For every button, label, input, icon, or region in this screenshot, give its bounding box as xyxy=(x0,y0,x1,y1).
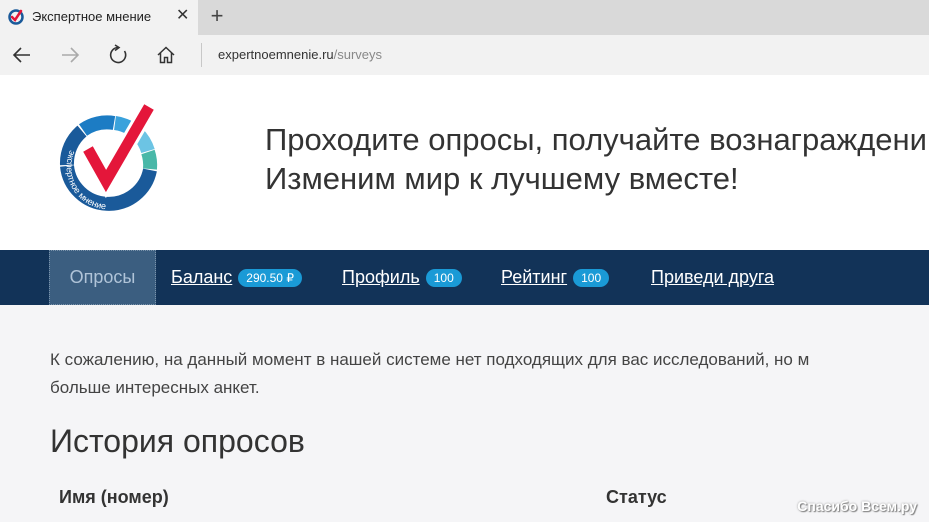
survey-history-title: История опросов xyxy=(50,423,305,459)
profile-badge: 100 xyxy=(425,268,462,287)
back-arrow-icon[interactable] xyxy=(9,42,35,68)
nav-item-label: Рейтинг xyxy=(501,267,568,287)
watermark: Спасибо Всем.ру xyxy=(797,498,917,514)
url-host: expertnoemnenie.ru xyxy=(218,47,334,62)
slogan-line-2: Изменим мир к лучшему вместе! xyxy=(265,161,739,196)
url-path: /surveys xyxy=(333,47,383,62)
address-bar-separator xyxy=(201,43,202,67)
nav-item-label: Профиль xyxy=(342,267,420,287)
nav-item-balance[interactable]: Баланс 290.50 ₽ xyxy=(171,250,302,305)
refresh-icon[interactable] xyxy=(105,42,131,68)
tab-title: Экспертное мнение xyxy=(32,9,152,24)
site-header: экспертное мнение Проходите опросы, полу… xyxy=(0,75,929,250)
browser-toolbar: expertnoemnenie.ru/surveys xyxy=(0,35,929,75)
nav-item-label: Баланс xyxy=(171,267,233,287)
browser-tab-bar: Экспертное мнение ✕ + xyxy=(0,0,929,35)
nav-item-profile[interactable]: Профиль 100 xyxy=(342,250,462,305)
nav-item-invite-friend[interactable]: Приведи друга xyxy=(651,250,774,305)
new-tab-button[interactable]: + xyxy=(205,3,229,29)
site-favicon-icon xyxy=(8,9,24,25)
notice-line-1: К сожалению, на данный момент в нашей си… xyxy=(50,350,810,369)
header-slogan: Проходите опросы, получайте вознагражден… xyxy=(265,120,927,198)
main-navigation: Опросы Баланс 290.50 ₽ Профиль 100 Рейти… xyxy=(0,250,929,305)
tab-close-icon[interactable]: ✕ xyxy=(176,6,189,26)
site-logo[interactable]: экспертное мнение xyxy=(52,103,166,219)
nav-item-label: Приведи друга xyxy=(651,267,775,287)
notice-line-2: больше интересных анкет. xyxy=(50,378,260,397)
column-header-status: Статус xyxy=(606,487,667,507)
browser-tab[interactable]: Экспертное мнение ✕ xyxy=(0,0,198,35)
column-header-name: Имя (номер) xyxy=(59,487,169,507)
nav-item-rating[interactable]: Рейтинг 100 xyxy=(501,250,610,305)
no-surveys-notice: К сожалению, на данный момент в нашей си… xyxy=(50,346,929,402)
rating-badge: 100 xyxy=(573,268,610,287)
address-bar[interactable]: expertnoemnenie.ru/surveys xyxy=(218,47,382,62)
balance-badge: 290.50 ₽ xyxy=(238,268,302,287)
home-icon[interactable] xyxy=(153,42,179,68)
forward-arrow-icon[interactable] xyxy=(57,42,83,68)
nav-item-surveys[interactable]: Опросы xyxy=(49,250,156,305)
slogan-line-1: Проходите опросы, получайте вознагражден… xyxy=(265,122,927,157)
nav-item-label: Опросы xyxy=(69,267,136,287)
